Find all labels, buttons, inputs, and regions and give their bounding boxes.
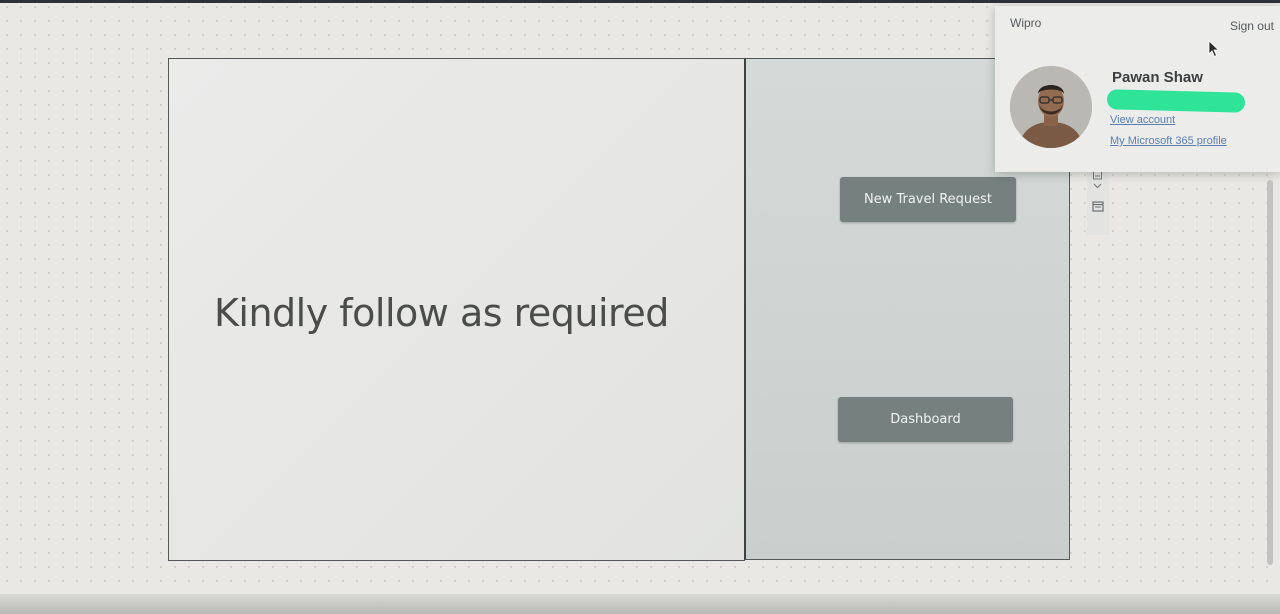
mouse-cursor-icon bbox=[1208, 40, 1220, 58]
user-name: Pawan Shaw bbox=[1112, 69, 1203, 86]
account-popup: Wipro Sign out Pawan Shaw View account M… bbox=[995, 6, 1280, 172]
calendar-icon[interactable] bbox=[1092, 200, 1104, 212]
organization-name: Wipro bbox=[1010, 16, 1042, 30]
side-toolbar bbox=[1087, 165, 1109, 235]
microsoft-365-profile-link[interactable]: My Microsoft 365 profile bbox=[1110, 135, 1227, 147]
avatar[interactable] bbox=[1010, 66, 1092, 148]
instruction-message: Kindly follow as required bbox=[214, 291, 669, 335]
message-card: Kindly follow as required bbox=[168, 58, 745, 561]
dashboard-button[interactable]: Dashboard bbox=[838, 397, 1013, 442]
chevron-down-icon[interactable] bbox=[1092, 182, 1103, 190]
view-account-link[interactable]: View account bbox=[1110, 114, 1175, 126]
app-canvas: Kindly follow as required New Travel Req… bbox=[168, 58, 1072, 565]
redaction-mark bbox=[1106, 89, 1246, 113]
new-travel-request-button[interactable]: New Travel Request bbox=[840, 177, 1016, 222]
screen-bezel bbox=[0, 0, 1280, 3]
user-photo bbox=[1010, 66, 1092, 148]
scrollbar[interactable] bbox=[1267, 180, 1273, 565]
sign-out-link[interactable]: Sign out bbox=[1230, 19, 1274, 33]
screen-bottom-edge bbox=[0, 594, 1280, 614]
